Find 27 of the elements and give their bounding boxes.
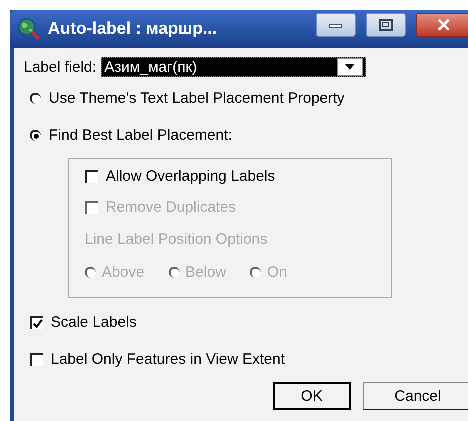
window-title: Auto-label : маршр... (48, 19, 218, 39)
checkbox-label: Label Only Features in View Extent (51, 351, 286, 368)
checkbox[interactable] (85, 170, 98, 183)
radio-label: Find Best Label Placement: (49, 127, 232, 144)
group-caption: Line Label Position Options (84, 230, 269, 250)
radio-label: On (267, 264, 288, 280)
radio-button[interactable] (30, 93, 41, 104)
radio-label: Above (102, 264, 145, 280)
checkbox[interactable] (30, 353, 43, 366)
checkbox-label: Remove Duplicates (106, 199, 236, 216)
maximize-button[interactable] (366, 13, 406, 37)
checkbox-label: Scale Labels (51, 314, 137, 331)
field-label: Label field: (24, 58, 97, 76)
globe-magnifier-icon (18, 18, 40, 40)
close-icon (437, 19, 451, 31)
minimize-button[interactable] (316, 13, 356, 37)
radio-label: Below (186, 264, 226, 280)
radio-label: Use Theme's Text Label Placement Property (49, 90, 345, 107)
ok-button[interactable]: OK (273, 382, 351, 410)
cancel-button[interactable]: Cancel (363, 382, 468, 410)
dropdown-arrow-icon (344, 64, 355, 70)
close-button[interactable] (416, 13, 468, 37)
label-field-dropdown[interactable]: Азим_маг(пк) (100, 57, 366, 77)
checkbox[interactable] (30, 316, 43, 329)
checkbox-label: Allow Overlapping Labels (106, 168, 276, 185)
radio-button[interactable] (30, 130, 41, 141)
maximize-icon (379, 19, 393, 31)
